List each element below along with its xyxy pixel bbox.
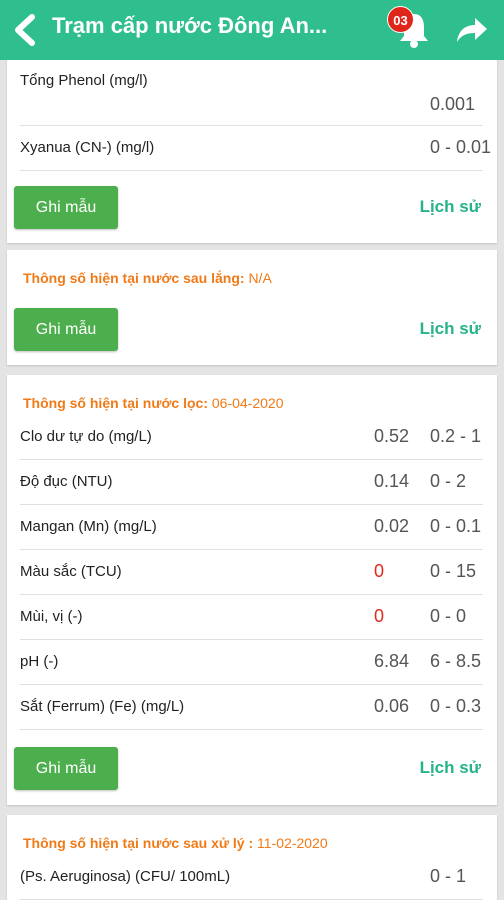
page-title: Trạm cấp nước Đông An...: [52, 13, 328, 38]
parameter-value: 0.06: [374, 696, 410, 716]
parameter-name: pH (-): [20, 653, 59, 670]
history-link[interactable]: Lịch sử: [420, 319, 481, 339]
parameter-name: (Ps. Aeruginosa) (CFU/ 100mL): [20, 868, 231, 885]
parameter-range: 0 - 15: [430, 561, 477, 581]
parameter-range: 0 - 0: [430, 606, 467, 626]
parameter-name: Tổng Phenol (mg/l): [20, 72, 148, 89]
history-link[interactable]: Lịch sử: [420, 758, 481, 778]
table-row: Xyanua (CN-) (mg/l) 0 - 0.01: [20, 126, 491, 171]
table-row: Clo dư tự do (mg/L) 0.52 0.2 - 1: [20, 415, 483, 460]
table-row: (Ps. Aeruginosa) (CFU/ 100mL) 0 - 1: [20, 855, 483, 900]
parameter-value: 0.14: [374, 471, 410, 491]
section-title: Thông số hiện tại nước sau lắng: N/A: [23, 270, 272, 286]
section-date: 06-04-2020: [211, 395, 284, 411]
parameter-name: Mùi, vị (-): [20, 608, 83, 625]
section-title-label: Thông số hiện tại nước lọc:: [23, 395, 208, 411]
parameter-name: Mangan (Mn) (mg/L): [20, 518, 157, 535]
table-row: Độ đục (NTU) 0.14 0 - 2: [20, 460, 483, 505]
parameter-range: 0 - 0.1: [430, 516, 482, 536]
section-title: Thông số hiện tại nước sau xử lý : 11-02…: [23, 835, 328, 851]
card-filtered-water: Thông số hiện tại nước lọc: 06-04-2020 C…: [7, 375, 497, 805]
parameter-name: Màu sắc (TCU): [20, 563, 122, 580]
section-title-label: Thông số hiện tại nước sau xử lý :: [23, 835, 254, 851]
record-sample-button[interactable]: Ghi mẫu: [14, 186, 118, 229]
parameter-range: 6 - 8.5: [430, 651, 482, 671]
share-arrow-icon[interactable]: [455, 14, 489, 46]
parameter-name: Clo dư tự do (mg/L): [20, 428, 152, 445]
parameter-range: 0 - 2: [430, 471, 467, 491]
table-row: Tổng Phenol (mg/l) 0.001: [20, 60, 483, 126]
parameter-value: 0.02: [374, 516, 410, 536]
app-header: Trạm cấp nước Đông An... 03: [0, 0, 504, 60]
parameter-range: 0 - 1: [430, 866, 467, 886]
notification-badge: 03: [387, 6, 414, 33]
history-link[interactable]: Lịch sử: [420, 197, 481, 217]
parameter-range: 0.2 - 1: [430, 426, 482, 446]
parameter-name: Sắt (Ferrum) (Fe) (mg/L): [20, 698, 185, 715]
parameter-name: Xyanua (CN-) (mg/l): [20, 139, 155, 156]
section-title: Thông số hiện tại nước lọc: 06-04-2020: [23, 395, 284, 411]
table-row: pH (-) 6.84 6 - 8.5: [20, 640, 483, 685]
parameter-name: Độ đục (NTU): [20, 473, 113, 490]
table-row: Mùi, vị (-) 0 0 - 0: [20, 595, 483, 640]
back-arrow-icon[interactable]: [8, 12, 42, 48]
card-parameters-previous: 0 - Tổng Phenol (mg/l) 0.001 Xyanua (CN-…: [7, 52, 497, 243]
parameter-value: 6.84: [374, 651, 410, 671]
parameter-value: 0: [374, 561, 385, 581]
parameter-value: 0: [374, 606, 385, 626]
parameter-range: 0.001: [430, 94, 476, 114]
record-sample-button[interactable]: Ghi mẫu: [14, 308, 118, 351]
card-treated-water: Thông số hiện tại nước sau xử lý : 11-02…: [7, 815, 497, 900]
table-row: Sắt (Ferrum) (Fe) (mg/L) 0.06 0 - 0.3: [20, 685, 483, 730]
card-settled-water: Thông số hiện tại nước sau lắng: N/A Ghi…: [7, 250, 497, 365]
parameter-range: 0 - 0.01: [430, 137, 492, 157]
parameter-value: 0.52: [374, 426, 410, 446]
parameter-range: 0 - 0.3: [430, 696, 482, 716]
table-row: Mangan (Mn) (mg/L) 0.02 0 - 0.1: [20, 505, 483, 550]
section-date: 11-02-2020: [257, 835, 328, 851]
section-title-label: Thông số hiện tại nước sau lắng:: [23, 270, 245, 286]
table-row: Màu sắc (TCU) 0 0 - 15: [20, 550, 483, 595]
section-date: N/A: [248, 270, 272, 286]
record-sample-button[interactable]: Ghi mẫu: [14, 747, 118, 790]
